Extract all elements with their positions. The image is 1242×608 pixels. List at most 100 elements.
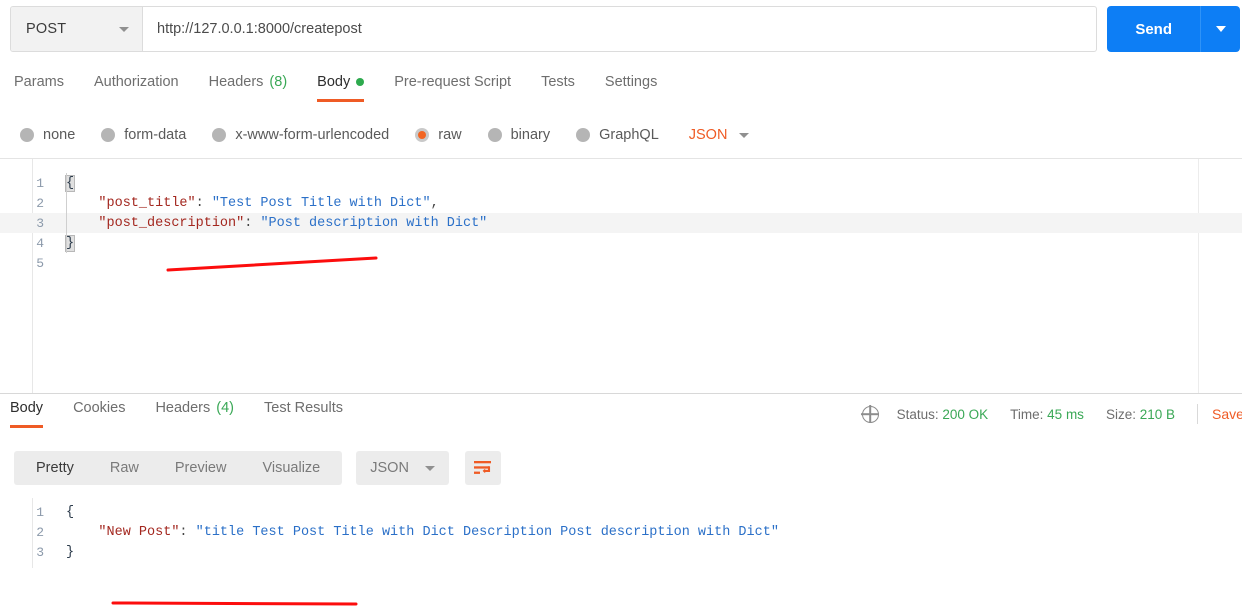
json-punct: :: [195, 195, 212, 211]
tab-label: Headers: [208, 74, 264, 90]
body-type-radio-graphql[interactable]: GraphQL: [576, 127, 659, 143]
view-mode-pretty[interactable]: Pretty: [18, 451, 92, 485]
response-tab-cookies[interactable]: Cookies: [73, 396, 139, 428]
json-punct: :: [244, 215, 261, 231]
radio-icon: [212, 128, 227, 142]
tab-label: Test Results: [264, 400, 343, 416]
request-tab-params[interactable]: Params: [14, 70, 78, 102]
response-tabs: Body Cookies Headers (4) Test Results: [4, 396, 373, 428]
http-method-select[interactable]: POST: [11, 7, 143, 51]
indent-guide: [66, 173, 67, 253]
json-brace: }: [64, 234, 76, 252]
code-text: {: [58, 505, 1242, 520]
request-tab-body[interactable]: Body: [317, 70, 378, 102]
body-type-radio-binary[interactable]: binary: [487, 127, 550, 143]
request-tab-authorization[interactable]: Authorization: [94, 70, 193, 102]
send-button[interactable]: Send: [1107, 6, 1200, 52]
line-number: 3: [36, 215, 44, 231]
request-tab-pre-request-script[interactable]: Pre-request Script: [394, 70, 525, 102]
request-tabs: Params Authorization Headers (8) Body Pre-req…: [0, 70, 1242, 110]
code-text: }: [58, 234, 1242, 252]
send-button-group: Send: [1107, 6, 1240, 52]
tab-label: Body: [317, 74, 351, 90]
body-type-radio-form-data[interactable]: form-data: [101, 127, 186, 143]
response-code-line: 3}: [0, 542, 1242, 562]
json-punct: :: [179, 524, 196, 540]
tab-label: Body: [10, 400, 44, 416]
line-number: 2: [36, 524, 44, 540]
view-mode-preview[interactable]: Preview: [157, 451, 245, 485]
request-tab-tests[interactable]: Tests: [541, 70, 589, 102]
request-code-line: 3 "post_description": "Post description …: [0, 213, 1242, 233]
radio-label: none: [43, 127, 76, 143]
active-tab-underline: [317, 99, 365, 102]
json-key: "post_title": [98, 195, 196, 211]
json-brace: {: [64, 174, 76, 192]
meta-divider: [1197, 404, 1198, 424]
json-brace: }: [66, 544, 75, 560]
url-bar: POST Send: [0, 0, 1242, 58]
response-meta: Status: 200 OK Time: 45 ms Size: 210 B S…: [861, 404, 1242, 424]
status-value: 200 OK: [942, 406, 989, 422]
line-number: 1: [36, 504, 44, 520]
radio-label: raw: [438, 127, 462, 143]
chevron-down-icon: [1215, 26, 1226, 32]
line-number: 5: [36, 255, 44, 271]
json-punct: ,: [430, 195, 439, 211]
body-present-indicator-icon: [356, 78, 365, 86]
line-number: 4: [36, 235, 44, 251]
line-number: 2: [36, 195, 44, 211]
http-method-label: POST: [26, 21, 67, 37]
request-code-line: 2 "post_title": "Test Post Title with Di…: [0, 193, 1242, 213]
raw-format-select[interactable]: JSON: [689, 127, 750, 143]
request-code-line: 4}: [0, 233, 1242, 253]
view-mode-raw[interactable]: Raw: [92, 451, 157, 485]
response-tab-body[interactable]: Body: [10, 396, 57, 428]
request-url-input[interactable]: [143, 7, 1097, 51]
time-label: Time:: [1010, 406, 1044, 422]
code-text: "New Post": "title Test Post Title with …: [58, 525, 1242, 540]
json-string-value: "Post description with Dict": [260, 215, 488, 231]
save-response-button[interactable]: Save Response: [1212, 406, 1242, 422]
json-brace: {: [66, 504, 75, 520]
response-format-select[interactable]: JSON: [356, 451, 449, 485]
radio-icon: [20, 128, 34, 142]
body-type-radio-none[interactable]: none: [20, 127, 75, 143]
tab-label: Pre-request Script: [394, 74, 512, 90]
code-text: "post_description": "Post description wi…: [58, 216, 1242, 231]
size-metric: Size: 210 B: [1106, 407, 1175, 422]
body-type-radio-x-www-form-urlencoded[interactable]: x-www-form-urlencoded: [212, 127, 389, 143]
body-type-row: none form-data x-www-form-urlencoded raw bin…: [0, 120, 1242, 150]
radio-label: GraphQL: [599, 127, 659, 143]
response-tab-test-results[interactable]: Test Results: [264, 396, 357, 428]
code-text: }: [58, 545, 1242, 560]
raw-format-label: JSON: [688, 127, 728, 143]
globe-icon: [861, 405, 879, 423]
response-code-line: 1{: [0, 502, 1242, 522]
word-wrap-button[interactable]: [464, 451, 501, 485]
view-mode-visualize[interactable]: Visualize: [244, 451, 338, 485]
request-tab-headers[interactable]: Headers (8): [209, 70, 302, 102]
json-string-value: "Test Post Title with Dict": [211, 195, 431, 211]
json-string-value: "title Test Post Title with Dict Descrip…: [195, 524, 779, 540]
method-url-group: POST: [10, 6, 1098, 52]
radio-icon: [487, 128, 502, 142]
size-value: 210 B: [1139, 406, 1175, 422]
response-tab-headers[interactable]: Headers (4): [155, 396, 248, 428]
body-type-radio-raw[interactable]: raw: [415, 127, 462, 143]
annotation-line: [111, 601, 358, 606]
send-options-button[interactable]: [1200, 6, 1240, 52]
response-body-viewer[interactable]: 1{2 "New Post": "title Test Post Title w…: [0, 498, 1242, 568]
request-code-line: 1{: [0, 173, 1242, 193]
response-toolbar: Pretty Raw Preview Visualize JSON: [0, 448, 1242, 488]
radio-label: x-www-form-urlencoded: [235, 127, 390, 143]
tab-count-badge: (8): [269, 74, 288, 90]
size-label: Size:: [1105, 406, 1136, 422]
radio-icon: [415, 128, 430, 142]
request-body-editor[interactable]: 1{2 "post_title": "Test Post Title with …: [0, 158, 1242, 394]
request-tab-settings[interactable]: Settings: [605, 70, 671, 102]
radio-icon: [576, 128, 591, 142]
